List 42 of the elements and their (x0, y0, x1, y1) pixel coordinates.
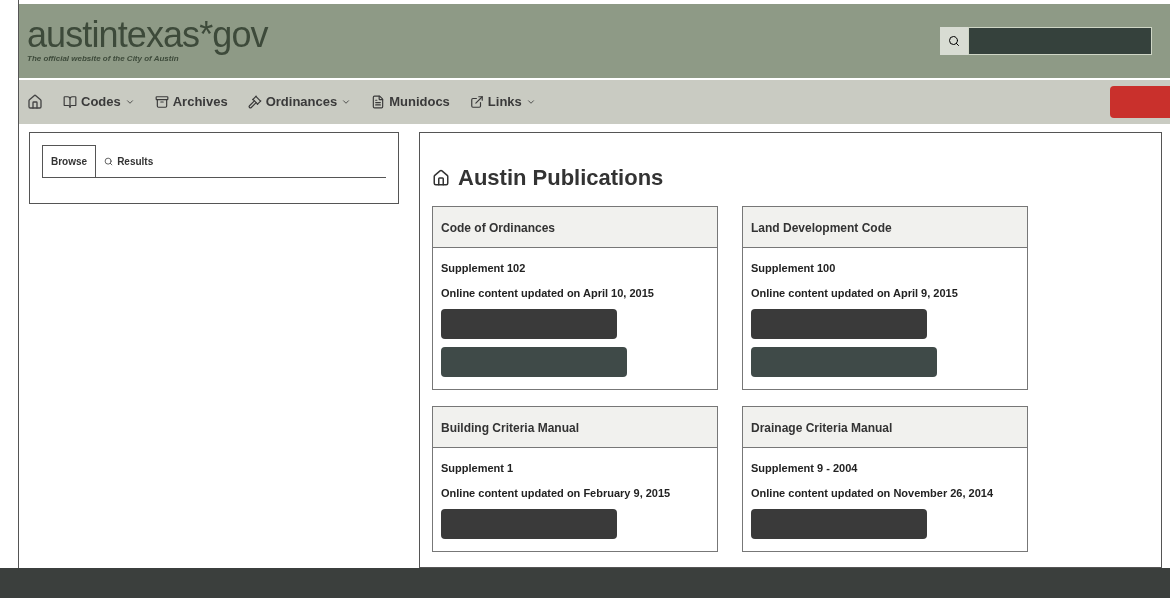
document-button[interactable] (751, 309, 927, 339)
search-field[interactable] (968, 27, 1152, 55)
home-icon[interactable] (27, 94, 43, 110)
home-icon (432, 168, 450, 187)
document-button[interactable] (441, 509, 617, 539)
nav-item[interactable]: Codes (63, 92, 135, 112)
updated-text: Online content updated on April 10, 2015 (441, 285, 655, 301)
card-title: Land Development Code (751, 221, 892, 235)
nav-item[interactable]: Munidocs (371, 92, 450, 112)
book-icon (63, 95, 77, 109)
sidebar-tab[interactable]: Results (96, 145, 162, 177)
search-icon (104, 156, 114, 166)
caret-icon (525, 97, 536, 107)
document-icon (371, 95, 386, 109)
nav-item[interactable]: Links (469, 92, 536, 112)
updated-text: Online content updated on April 9, 2015 (751, 285, 959, 301)
search-icon (948, 35, 960, 47)
document-button[interactable] (751, 347, 937, 377)
supplement-label: Supplement 9 - 2004 (751, 461, 859, 476)
archive-box-icon (154, 95, 169, 109)
header-button[interactable] (1110, 86, 1170, 118)
nav-item[interactable]: Archives (154, 92, 228, 112)
updated-text: Online content updated on November 26, 2014 (751, 485, 995, 501)
document-button[interactable] (441, 309, 617, 339)
caret-icon (341, 97, 352, 107)
supplement-label: Supplement 102 (441, 261, 527, 276)
gavel-icon (247, 95, 262, 109)
card-title: Code of Ordinances (441, 221, 556, 235)
supplement-label: Supplement 1 (441, 461, 515, 476)
card-title: Drainage Criteria Manual (751, 421, 893, 435)
document-button[interactable] (441, 347, 627, 377)
page-title: Austin Publications (458, 164, 664, 192)
external-link-icon (469, 95, 484, 109)
site-tagline: The official website of the City of Austin (27, 54, 179, 65)
card-title: Building Criteria Manual (441, 421, 579, 435)
search-button[interactable] (940, 27, 968, 55)
caret-icon (124, 97, 135, 107)
supplement-label: Supplement 100 (751, 261, 837, 276)
updated-text: Online content updated on February 9, 2015 (441, 485, 672, 501)
nav-item[interactable]: Ordinances (247, 92, 352, 112)
sidebar-tab[interactable]: Browse (42, 145, 97, 177)
document-button[interactable] (751, 509, 927, 539)
